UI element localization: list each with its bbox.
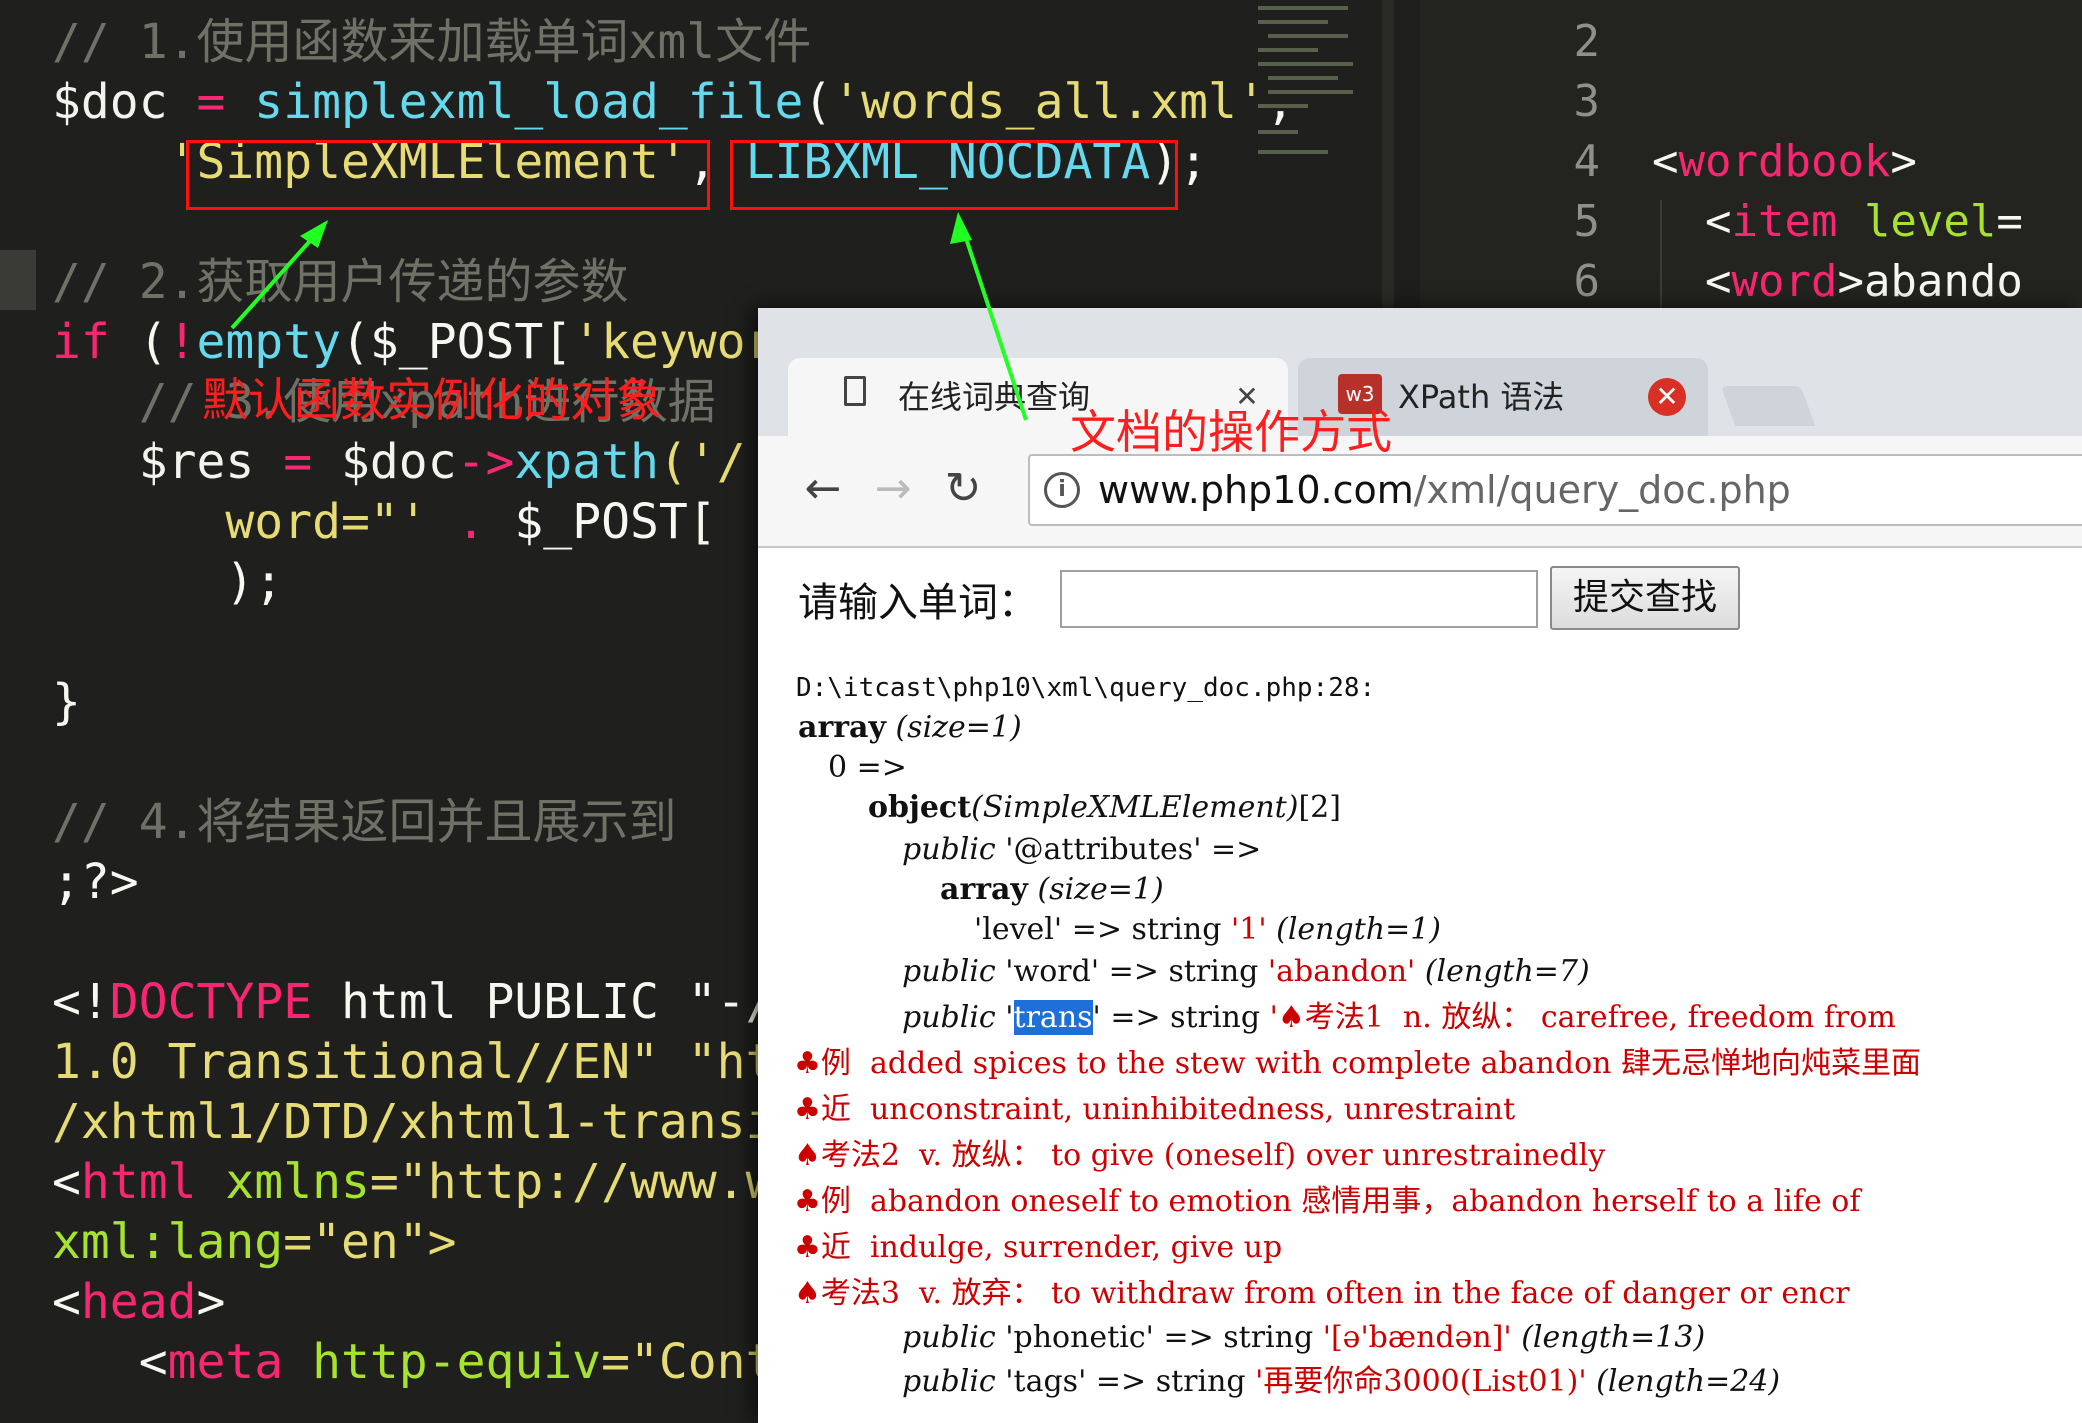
annotation-default-object: 默认函数实例化的对象	[202, 373, 662, 427]
annotation-doc-operation: 文档的操作方式	[1070, 405, 1392, 459]
arrowhead	[950, 212, 972, 244]
arrowhead	[300, 220, 328, 248]
annotation-arrows	[230, 212, 1028, 421]
arrow-to-libxml-nocdata	[960, 225, 1028, 421]
arrow-to-simplexmlelement	[230, 230, 320, 330]
